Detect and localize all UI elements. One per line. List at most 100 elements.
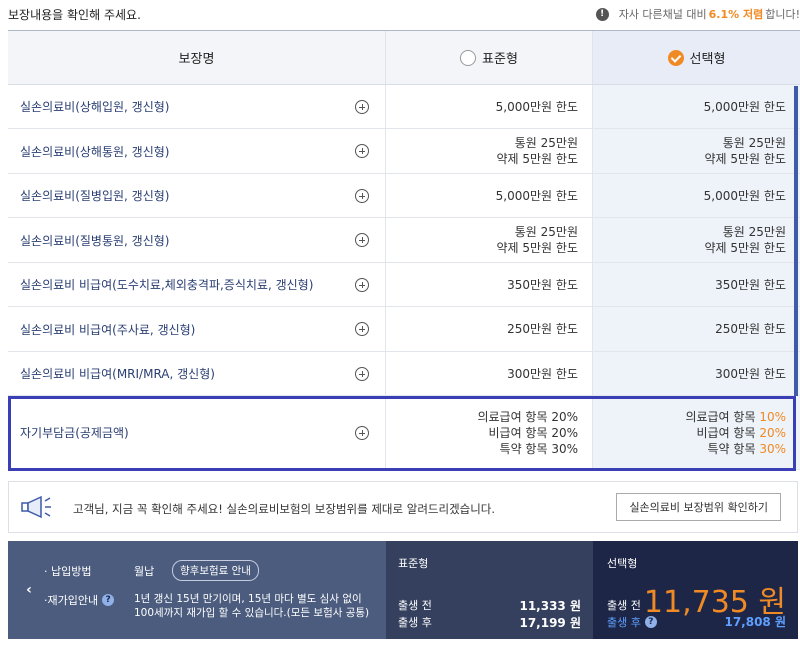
select-radio-checked-icon[interactable] — [667, 49, 684, 66]
select-value: 5,000만원 한도 — [703, 188, 786, 203]
help-icon[interactable]: ? — [102, 594, 115, 606]
renewal-desc-line1: 1년 갱신 15년 만기이며, 15년 마다 별도 심사 없이 — [134, 593, 362, 605]
standard-before-row: 출생 전 11,333 원 — [398, 597, 581, 614]
table-row: 실손의료비 비급여(도수치료,체외충격파,증식치료, 갱신형) 350만원 한도… — [8, 263, 800, 307]
coverage-name: 실손의료비(질병입원, 갱신형) — [20, 189, 170, 203]
payment-info: ‹ · 납입방법 월납 향후보험료 안내 · 재가입안내? 1년 갱신 15년 … — [8, 541, 386, 639]
coverage-name: 자기부담금(공제금액) — [20, 426, 129, 440]
table-row: 실손의료비(상해통원, 갱신형) 통원 25만원약제 5만원 한도 통원 25만… — [8, 129, 800, 174]
standard-value: 약제 5만원 한도 — [496, 152, 578, 166]
select-value-percent: 10% — [759, 409, 786, 424]
select-after-text: 출생 후 — [607, 616, 641, 629]
select-label: 선택형 — [689, 52, 726, 67]
standard-value: 비급여 항목 20% — [488, 425, 578, 440]
select-value-percent: 20% — [759, 425, 786, 440]
renewal-label: · 재가입안내? — [44, 592, 115, 608]
select-value: 통원 25만원 — [722, 136, 786, 150]
expand-plus-icon[interactable] — [355, 99, 369, 114]
standard-before-value: 11,333 원 — [519, 599, 581, 613]
price-note-suffix: 합니다! — [765, 8, 800, 21]
standard-value: 250만원 한도 — [507, 322, 578, 336]
select-after-label: 출생 후? — [607, 614, 657, 630]
table-row: 실손의료비 비급여(MRI/MRA, 갱신형) 300만원 한도 300만원 한… — [8, 352, 800, 396]
standard-value: 통원 25만원 — [514, 225, 578, 239]
coverage-name: 실손의료비 비급여(주사료, 갱신형) — [20, 322, 196, 337]
standard-radio-icon[interactable] — [460, 49, 477, 66]
standard-value: 5,000만원 한도 — [495, 188, 578, 203]
select-value-label: 의료급여 항목 — [685, 409, 756, 424]
select-value: 약제 5만원 한도 — [704, 152, 786, 166]
expand-plus-icon[interactable] — [355, 322, 369, 336]
chevron-left-icon[interactable]: ‹ — [20, 579, 38, 601]
megaphone-icon — [21, 495, 51, 519]
payment-method-label: · 납입방법 — [44, 565, 92, 578]
renewal-desc-line2: 100세까지 재가입 할 수 있습니다.(모든 보험사 공통) — [134, 607, 370, 619]
standard-value: 350만원 한도 — [507, 277, 578, 292]
standard-value: 특약 항목 30% — [499, 441, 578, 456]
standard-after-row: 출생 후 17,199 원 — [398, 614, 581, 631]
select-value: 5,000만원 한도 — [703, 99, 786, 114]
select-value-percent: 30% — [759, 441, 786, 456]
page-title: 보장내용을 확인해 주세요. — [8, 8, 141, 22]
expand-plus-icon[interactable] — [355, 144, 369, 158]
standard-value: 통원 25만원 — [514, 136, 578, 150]
top-bar: 보장내용을 확인해 주세요. ! 자사 다른채널 대비 6.1% 저렴 합니다! — [0, 0, 800, 30]
coverage-name: 실손의료비(상해통원, 갱신형) — [20, 144, 170, 159]
expand-plus-icon[interactable] — [355, 366, 369, 381]
select-value: 의료급여 항목 10% — [685, 409, 786, 425]
renewal-description: 1년 갱신 15년 만기이며, 15년 마다 별도 심사 없이 100세까지 재가… — [134, 592, 369, 620]
premium-summary: ‹ · 납입방법 월납 향후보험료 안내 · 재가입안내? 1년 갱신 15년 … — [8, 541, 798, 639]
table-header: 보장명 표준형 선택형 — [8, 31, 800, 85]
expand-plus-icon[interactable] — [355, 188, 369, 203]
column-scrollbar[interactable] — [794, 86, 798, 396]
coverage-table: 보장명 표준형 선택형 실손의료비(상해입원, 갱신형) 5,000만원 한도 … — [8, 30, 800, 470]
notice-banner: 고객님, 지금 꼭 확인해 주세요! 실손의료비보험의 보장범위를 제대로 알려… — [8, 481, 798, 533]
standard-value: 300만원 한도 — [507, 366, 578, 381]
select-before-label: 출생 전 — [607, 599, 641, 612]
payment-method-text: 납입방법 — [51, 565, 92, 578]
select-value: 350만원 한도 — [715, 277, 786, 292]
standard-value: 약제 5만원 한도 — [496, 241, 578, 255]
standard-after-label: 출생 후 — [398, 616, 432, 629]
select-value-label: 비급여 항목 — [696, 425, 756, 440]
select-value: 특약 항목 30% — [708, 441, 786, 457]
standard-premium-title: 표준형 — [398, 557, 429, 570]
coverage-scope-button[interactable]: 실손의료비 보장범위 확인하기 — [616, 493, 781, 521]
expand-plus-icon[interactable] — [355, 233, 369, 247]
info-icon: ! — [595, 7, 609, 21]
table-row: 실손의료비(질병통원, 갱신형) 통원 25만원약제 5만원 한도 통원 25만… — [8, 218, 800, 263]
table-row-deductible: 자기부담금(공제금액) 의료급여 항목 20% 비급여 항목 20% 특약 항목… — [8, 396, 800, 470]
select-value-label: 특약 항목 — [707, 441, 756, 456]
standard-value: 의료급여 항목 20% — [477, 409, 578, 424]
coverage-name: 실손의료비 비급여(MRI/MRA, 갱신형) — [20, 367, 215, 381]
table-row: 실손의료비(질병입원, 갱신형) 5,000만원 한도 5,000만원 한도 — [8, 174, 800, 218]
price-note: ! 자사 다른채널 대비 6.1% 저렴 합니다! — [595, 6, 800, 22]
help-icon[interactable]: ? — [644, 616, 657, 628]
expand-plus-icon[interactable] — [355, 277, 369, 292]
notice-text: 고객님, 지금 꼭 확인해 주세요! 실손의료비보험의 보장범위를 제대로 알려… — [73, 502, 496, 516]
header-standard[interactable]: 표준형 — [386, 31, 593, 84]
coverage-name: 실손의료비(상해입원, 갱신형) — [20, 100, 170, 114]
expand-plus-icon[interactable] — [355, 425, 369, 440]
price-note-highlight: 6.1% 저렴 — [708, 8, 764, 21]
header-select[interactable]: 선택형 — [593, 31, 800, 84]
payment-method-value: 월납 — [134, 565, 155, 578]
select-value: 300만원 한도 — [715, 366, 786, 381]
select-value: 통원 25만원 — [722, 225, 786, 239]
select-value: 약제 5만원 한도 — [704, 241, 786, 255]
coverage-name: 실손의료비 비급여(도수치료,체외충격파,증식치료, 갱신형) — [20, 278, 314, 292]
table-row: 실손의료비(상해입원, 갱신형) 5,000만원 한도 5,000만원 한도 — [8, 85, 800, 129]
renewal-text: 재가입안내 — [47, 594, 99, 607]
select-value: 250만원 한도 — [715, 322, 786, 336]
standard-label: 표준형 — [482, 52, 518, 67]
standard-after-value: 17,199 원 — [519, 616, 581, 630]
select-after-value: 17,808 원 — [724, 615, 786, 629]
price-note-prefix: 자사 다른채널 대비 — [618, 8, 707, 21]
coverage-name: 실손의료비(질병통원, 갱신형) — [20, 233, 170, 248]
select-premium-title: 선택형 — [607, 557, 638, 570]
table-row: 실손의료비 비급여(주사료, 갱신형) 250만원 한도 250만원 한도 — [8, 307, 800, 352]
header-coverage: 보장명 — [8, 31, 386, 84]
standard-premium: 표준형 출생 전 11,333 원 출생 후 17,199 원 — [386, 541, 593, 639]
select-premium: 선택형 출생 전 11,735 원 출생 후? 17,808 원 — [593, 541, 798, 639]
future-premium-link[interactable]: 향후보험료 안내 — [172, 560, 259, 581]
